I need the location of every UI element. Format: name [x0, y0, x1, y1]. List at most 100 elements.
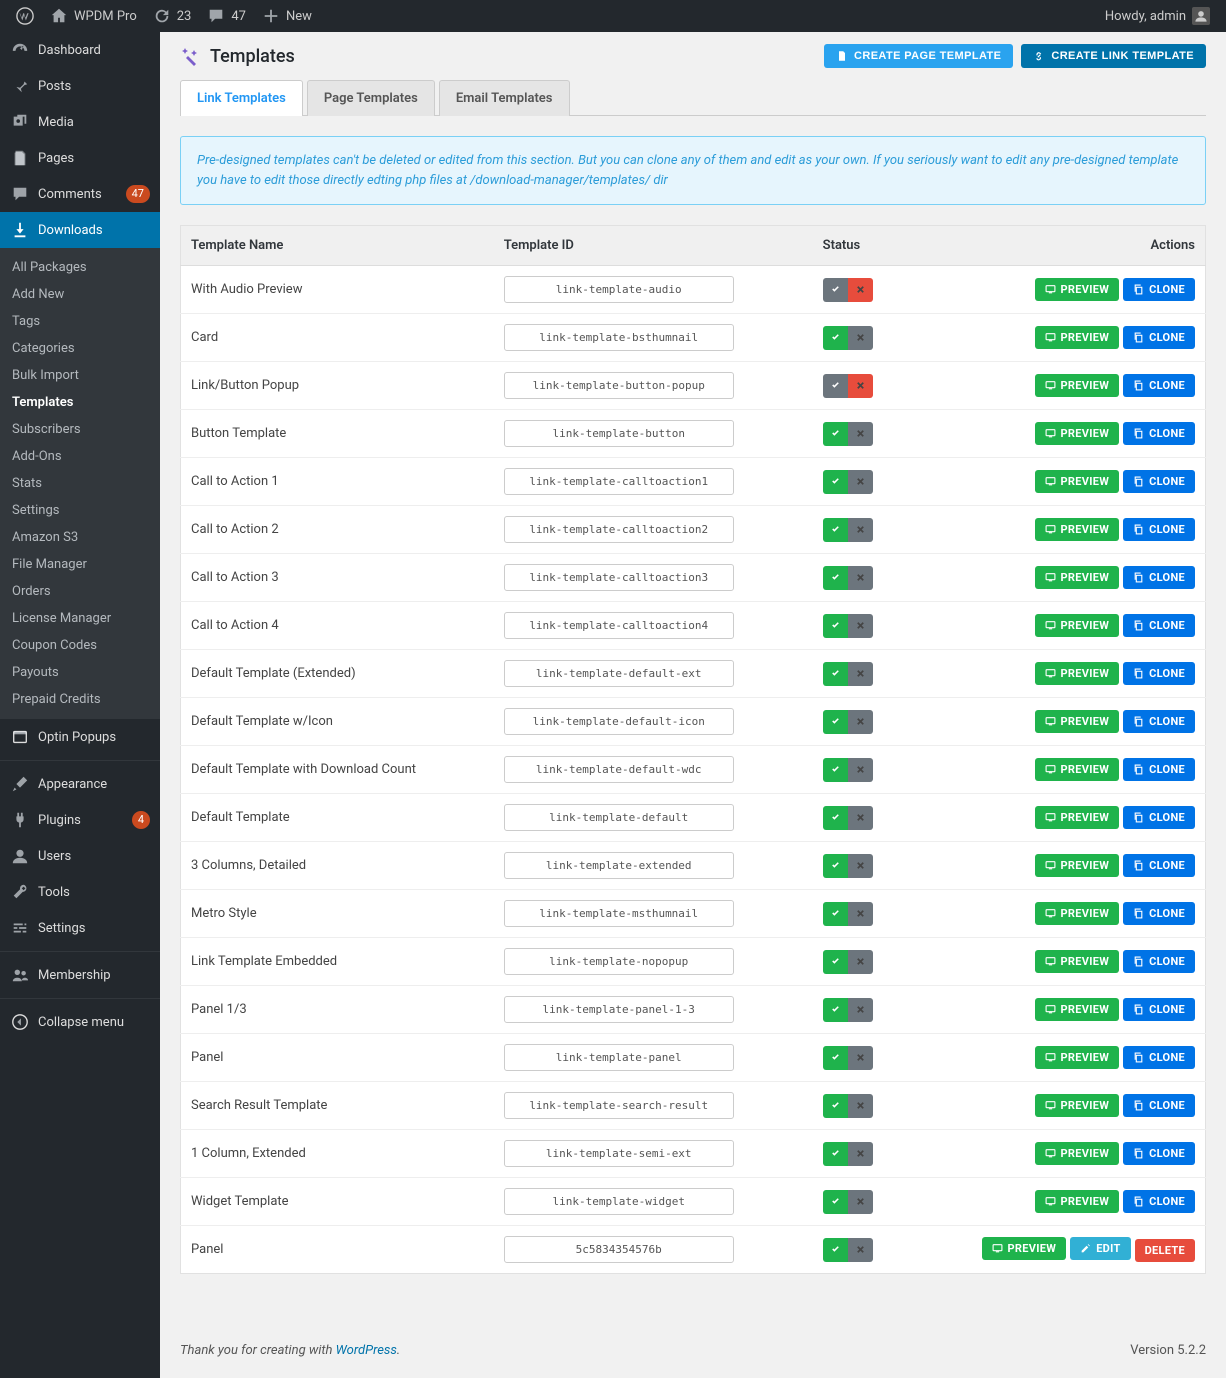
submenu-item-prepaid-credits[interactable]: Prepaid Credits — [0, 686, 160, 713]
submenu-item-stats[interactable]: Stats — [0, 470, 160, 497]
tab-email-templates[interactable]: Email Templates — [439, 80, 570, 116]
status-inactive-button[interactable] — [848, 710, 873, 734]
preview-button[interactable]: Preview — [1035, 278, 1120, 301]
menu-item-pages[interactable]: Pages — [0, 140, 160, 176]
template-id-input[interactable] — [504, 660, 734, 687]
template-id-input[interactable] — [504, 1188, 734, 1215]
status-toggle[interactable] — [823, 710, 873, 734]
clone-button[interactable]: Clone — [1123, 326, 1195, 349]
status-inactive-button[interactable] — [848, 518, 873, 542]
status-toggle[interactable] — [823, 470, 873, 494]
status-active-button[interactable] — [823, 806, 848, 830]
menu-item-tools[interactable]: Tools — [0, 874, 160, 910]
clone-button[interactable]: Clone — [1123, 806, 1195, 829]
status-active-button[interactable] — [823, 278, 848, 302]
status-inactive-button[interactable] — [848, 1190, 873, 1214]
preview-button[interactable]: Preview — [982, 1237, 1067, 1260]
menu-item-users[interactable]: Users — [0, 838, 160, 874]
status-inactive-button[interactable] — [848, 470, 873, 494]
preview-button[interactable]: Preview — [1035, 470, 1120, 493]
menu-item-optin-popups[interactable]: Optin Popups — [0, 719, 160, 755]
submenu-item-coupon-codes[interactable]: Coupon Codes — [0, 632, 160, 659]
status-toggle[interactable] — [823, 1190, 873, 1214]
status-toggle[interactable] — [823, 1238, 873, 1262]
template-id-input[interactable] — [504, 996, 734, 1023]
template-id-input[interactable] — [504, 708, 734, 735]
preview-button[interactable]: Preview — [1035, 1190, 1120, 1213]
template-id-input[interactable] — [504, 804, 734, 831]
status-inactive-button[interactable] — [848, 758, 873, 782]
menu-item-downloads[interactable]: Downloads — [0, 212, 160, 248]
clone-button[interactable]: Clone — [1123, 998, 1195, 1021]
status-active-button[interactable] — [823, 758, 848, 782]
template-id-input[interactable] — [504, 468, 734, 495]
clone-button[interactable]: Clone — [1123, 1190, 1195, 1213]
status-active-button[interactable] — [823, 1238, 848, 1262]
template-id-input[interactable] — [504, 756, 734, 783]
status-toggle[interactable] — [823, 326, 873, 350]
submenu-item-all-packages[interactable]: All Packages — [0, 254, 160, 281]
menu-item-posts[interactable]: Posts — [0, 68, 160, 104]
clone-button[interactable]: Clone — [1123, 422, 1195, 445]
submenu-item-settings[interactable]: Settings — [0, 497, 160, 524]
status-inactive-button[interactable] — [848, 614, 873, 638]
status-toggle[interactable] — [823, 1094, 873, 1118]
clone-button[interactable]: Clone — [1123, 902, 1195, 925]
submenu-item-add-new[interactable]: Add New — [0, 281, 160, 308]
preview-button[interactable]: Preview — [1035, 950, 1120, 973]
clone-button[interactable]: Clone — [1123, 662, 1195, 685]
template-id-input[interactable] — [504, 900, 734, 927]
status-toggle[interactable] — [823, 854, 873, 878]
preview-button[interactable]: Preview — [1035, 518, 1120, 541]
status-active-button[interactable] — [823, 1142, 848, 1166]
status-toggle[interactable] — [823, 758, 873, 782]
menu-item-appearance[interactable]: Appearance — [0, 766, 160, 802]
status-toggle[interactable] — [823, 806, 873, 830]
create-page-template-button[interactable]: Create Page Template — [824, 44, 1013, 68]
preview-button[interactable]: Preview — [1035, 1142, 1120, 1165]
status-inactive-button[interactable] — [848, 326, 873, 350]
status-active-button[interactable] — [823, 950, 848, 974]
status-inactive-button[interactable] — [848, 422, 873, 446]
preview-button[interactable]: Preview — [1035, 662, 1120, 685]
wordpress-link[interactable]: WordPress — [336, 1343, 397, 1358]
status-active-button[interactable] — [823, 326, 848, 350]
template-id-input[interactable] — [504, 516, 734, 543]
preview-button[interactable]: Preview — [1035, 1046, 1120, 1069]
status-inactive-button[interactable] — [848, 566, 873, 590]
preview-button[interactable]: Preview — [1035, 374, 1120, 397]
preview-button[interactable]: Preview — [1035, 1094, 1120, 1117]
status-active-button[interactable] — [823, 374, 848, 398]
template-id-input[interactable] — [504, 564, 734, 591]
status-toggle[interactable] — [823, 1142, 873, 1166]
template-id-input[interactable] — [504, 612, 734, 639]
status-active-button[interactable] — [823, 710, 848, 734]
status-active-button[interactable] — [823, 662, 848, 686]
status-toggle[interactable] — [823, 662, 873, 686]
menu-item-comments[interactable]: Comments47 — [0, 176, 160, 212]
clone-button[interactable]: Clone — [1123, 278, 1195, 301]
menu-item-media[interactable]: Media — [0, 104, 160, 140]
submenu-item-tags[interactable]: Tags — [0, 308, 160, 335]
submenu-item-subscribers[interactable]: Subscribers — [0, 416, 160, 443]
clone-button[interactable]: Clone — [1123, 1094, 1195, 1117]
template-id-input[interactable] — [504, 372, 734, 399]
create-link-template-button[interactable]: Create Link Template — [1021, 44, 1206, 68]
status-active-button[interactable] — [823, 518, 848, 542]
clone-button[interactable]: Clone — [1123, 854, 1195, 877]
template-id-input[interactable] — [504, 276, 734, 303]
preview-button[interactable]: Preview — [1035, 902, 1120, 925]
status-active-button[interactable] — [823, 1046, 848, 1070]
menu-item-plugins[interactable]: Plugins4 — [0, 802, 160, 838]
comments-link[interactable]: 47 — [199, 0, 254, 32]
status-toggle[interactable] — [823, 950, 873, 974]
status-active-button[interactable] — [823, 1094, 848, 1118]
status-toggle[interactable] — [823, 1046, 873, 1070]
menu-item-membership[interactable]: Membership — [0, 957, 160, 993]
status-toggle[interactable] — [823, 998, 873, 1022]
status-inactive-button[interactable] — [848, 1094, 873, 1118]
status-toggle[interactable] — [823, 566, 873, 590]
submenu-item-orders[interactable]: Orders — [0, 578, 160, 605]
preview-button[interactable]: Preview — [1035, 758, 1120, 781]
status-active-button[interactable] — [823, 854, 848, 878]
